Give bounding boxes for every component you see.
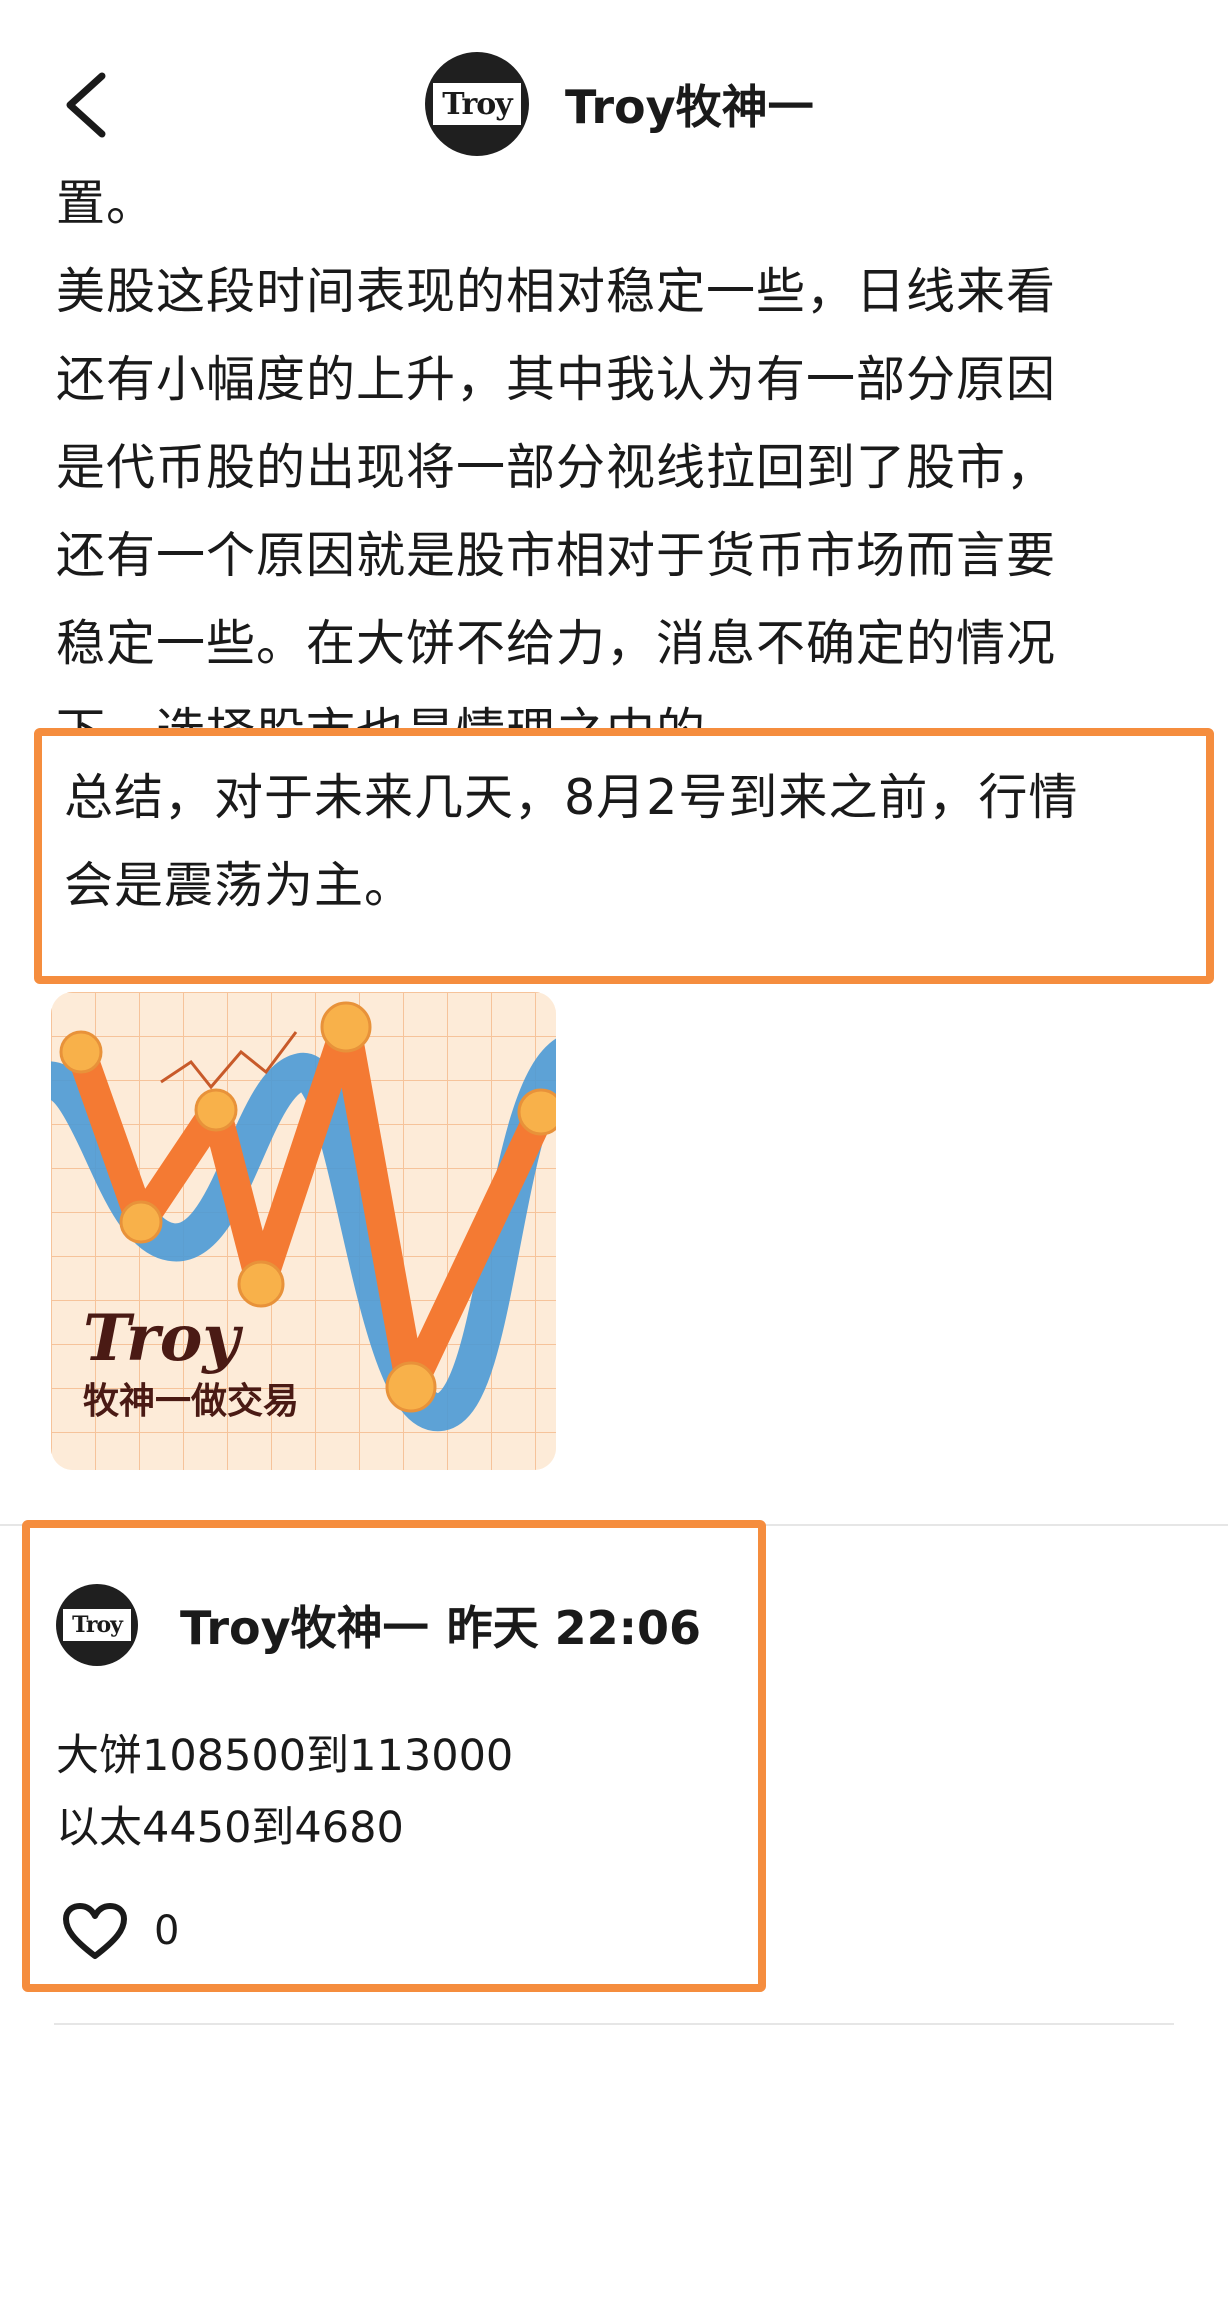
like-row: 0 [62, 1896, 179, 1966]
comment-timestamp: 昨天 22:06 [446, 1601, 702, 1655]
page-title: Troy牧神一 [565, 80, 814, 134]
comment-line: 以太4450到4680 [56, 1803, 404, 1853]
image-watermark: Troy 牧神一做交易 [83, 1304, 299, 1428]
comment-avatar[interactable]: Troy [56, 1584, 138, 1666]
summary-text: 总结，对于未来几天，8月2号到来之前，行情 会是震荡为主。 [64, 754, 1184, 930]
comment-body: 大饼108500到113000 以太4450到4680 [56, 1720, 513, 1864]
post-image[interactable]: Troy 牧神一做交易 [51, 992, 556, 1470]
like-count: 0 [154, 1908, 180, 1954]
text-line: 是代币股的出现将一部分视线拉回到了股市， [56, 439, 1057, 496]
avatar[interactable]: Troy [425, 52, 529, 156]
comment-line: 大饼108500到113000 [56, 1731, 514, 1781]
post-content: 置。 美股这段时间表现的相对稳定一些，日线来看 还有小幅度的上升，其中我认为有一… [56, 160, 1176, 776]
divider [54, 2023, 1174, 2025]
comment-header: Troy Troy牧神一 昨天 22:06 [56, 1584, 701, 1666]
comment-author[interactable]: Troy牧神一 [180, 1592, 429, 1658]
heart-icon[interactable] [62, 1902, 128, 1960]
avatar-logo-text: Troy [62, 1608, 132, 1642]
chevron-left-icon [66, 72, 106, 138]
text-line: 还有一个原因就是股市相对于货币市场而言要 [56, 527, 1057, 584]
summary-line: 会是震荡为主。 [64, 857, 415, 914]
summary-line: 总结，对于未来几天，8月2号到来之前，行情 [64, 769, 1079, 826]
text-line: 稳定一些。在大饼不给力，消息不确定的情况 [56, 615, 1057, 672]
profile-header[interactable]: Troy Troy牧神一 [425, 52, 814, 156]
back-button[interactable] [50, 65, 120, 145]
avatar-logo-text: Troy [433, 83, 521, 125]
text-line: 置。 [56, 175, 157, 232]
watermark-line: 牧神一做交易 [83, 1380, 300, 1422]
summary-highlight: 总结，对于未来几天，8月2号到来之前，行情 会是震荡为主。 [34, 728, 1214, 984]
watermark-line: Troy [83, 1301, 240, 1376]
comment-card: Troy Troy牧神一 昨天 22:06 大饼108500到113000 以太… [22, 1520, 766, 1992]
text-line: 美股这段时间表现的相对稳定一些，日线来看 [56, 263, 1057, 320]
text-line: 还有小幅度的上升，其中我认为有一部分原因 [56, 351, 1057, 408]
